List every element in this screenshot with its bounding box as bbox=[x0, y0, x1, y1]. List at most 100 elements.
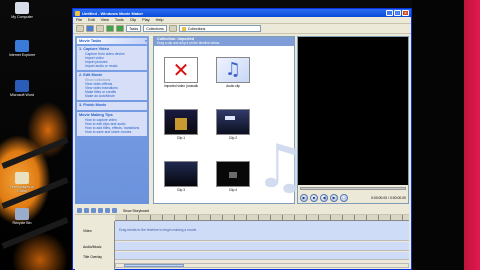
menu-edit[interactable]: Edit bbox=[88, 18, 95, 22]
narrate-icon[interactable] bbox=[105, 208, 110, 213]
task-section-finish: 3. Finish Movie bbox=[77, 102, 147, 110]
collection-item[interactable]: Clip 4 bbox=[216, 161, 250, 192]
wallpaper-stripe bbox=[1, 137, 69, 169]
video-track[interactable]: Drag media to the timeline to begin maki… bbox=[115, 221, 409, 241]
zoom-out-icon[interactable] bbox=[84, 208, 89, 213]
task-link[interactable]: How to save and share movies bbox=[79, 130, 145, 134]
task-link[interactable]: Make an AutoMovie bbox=[79, 94, 145, 98]
collections-button[interactable]: Collections bbox=[143, 25, 167, 32]
collection-item[interactable]: ♫ Audio clip bbox=[216, 57, 250, 88]
desktop-icon-recycle-bin[interactable]: Recycle Bin bbox=[6, 208, 38, 225]
task-pane-header: Movie Tasks × bbox=[77, 38, 147, 44]
save-project-icon[interactable] bbox=[96, 25, 104, 32]
zoom-in-icon[interactable] bbox=[77, 208, 82, 213]
desktop-icon-word[interactable]: Microsoft Word bbox=[6, 80, 38, 97]
menu-tools[interactable]: Tools bbox=[115, 18, 124, 22]
desktop-icon-label: Internet Explorer bbox=[8, 53, 36, 57]
collection-item[interactable]: Clip 3 bbox=[164, 161, 198, 192]
task-section-edit: 2. Edit Movie Show collections View vide… bbox=[77, 72, 147, 100]
preview-monitor: ▶ ■ ◀ ▶ □ 0:00:00.00 / 0:00:00.00 bbox=[297, 36, 409, 204]
movie-maker-icon bbox=[75, 10, 80, 16]
title-bar[interactable]: Untitled - Windows Movie Maker _ □ × bbox=[73, 9, 411, 17]
seek-bar[interactable] bbox=[300, 187, 406, 190]
word-icon bbox=[15, 80, 29, 92]
menu-clip[interactable]: Clip bbox=[130, 18, 137, 22]
clip-figure bbox=[175, 118, 187, 130]
collection-item[interactable]: ✕ Imported video (unavailable) bbox=[164, 57, 198, 88]
close-button[interactable]: × bbox=[402, 10, 409, 16]
tasks-button[interactable]: Tasks bbox=[126, 25, 142, 32]
menu-play[interactable]: Play bbox=[142, 18, 149, 22]
open-project-icon[interactable] bbox=[86, 25, 94, 32]
previous-frame-icon[interactable]: ◀ bbox=[320, 193, 328, 202]
collection-pane: Collection: Imported Drag a clip and dro… bbox=[153, 36, 308, 204]
menu-help[interactable]: Help bbox=[156, 18, 164, 22]
next-frame-icon[interactable]: ▶ bbox=[330, 193, 338, 202]
fullscreen-icon[interactable]: □ bbox=[340, 193, 348, 202]
play-timeline-icon[interactable] bbox=[98, 208, 103, 213]
clip-thumbnail bbox=[216, 109, 250, 135]
show-storyboard-button[interactable]: Show Storyboard bbox=[123, 209, 149, 213]
collection-header: Collection: Imported Drag a clip and dro… bbox=[154, 37, 294, 46]
audio-track[interactable] bbox=[115, 242, 409, 251]
internet-explorer-icon bbox=[15, 40, 29, 52]
task-link[interactable]: Import audio or music bbox=[79, 64, 145, 68]
clip-figure bbox=[229, 172, 237, 178]
up-folder-icon[interactable] bbox=[168, 25, 177, 32]
timeline-toolbar: Show Storyboard bbox=[75, 207, 409, 215]
clip-thumbnail: ✕ bbox=[164, 57, 198, 83]
collection-dropdown[interactable]: Collections bbox=[178, 25, 261, 32]
desktop-icon-label: Recycle Bin bbox=[12, 221, 32, 225]
clip-caption: Clip 4 bbox=[228, 188, 238, 192]
task-section-capture: 1. Capture Video Capture from video devi… bbox=[77, 46, 147, 70]
timeline-scrollbar[interactable] bbox=[115, 263, 409, 268]
desktop-dark-strip bbox=[412, 0, 464, 270]
menu-file[interactable]: File bbox=[76, 18, 82, 22]
clip-thumbnail bbox=[164, 161, 198, 187]
play-icon[interactable]: ▶ bbox=[300, 193, 308, 202]
clip-figure bbox=[225, 116, 235, 120]
audio-levels-icon[interactable] bbox=[112, 208, 117, 213]
collection-subtitle: Drag a clip and drop it on the timeline … bbox=[157, 41, 220, 45]
error-x-icon: ✕ bbox=[165, 58, 197, 82]
rewind-icon[interactable] bbox=[91, 208, 96, 213]
redo-icon[interactable] bbox=[116, 25, 124, 32]
clip-thumbnail: ♫ bbox=[216, 57, 250, 83]
computer-icon bbox=[15, 2, 29, 14]
task-pane-title: Movie Tasks bbox=[79, 39, 102, 43]
clip-caption: Clip 1 bbox=[176, 136, 186, 140]
clip-thumbnail bbox=[216, 161, 250, 187]
clip-caption: Clip 3 bbox=[176, 188, 186, 192]
clip-caption: Imported video (unavailable) bbox=[164, 84, 198, 88]
track-label-video: Video bbox=[83, 229, 92, 233]
movie-tasks-pane: Movie Tasks × 1. Capture Video Capture f… bbox=[75, 36, 149, 204]
clip-caption: Audio clip bbox=[226, 84, 240, 88]
title-overlay-track[interactable] bbox=[115, 252, 409, 260]
section-title[interactable]: 3. Finish Movie bbox=[79, 103, 145, 108]
timeline-hint: Drag media to the timeline to begin maki… bbox=[119, 228, 198, 232]
collection-item[interactable]: Clip 1 bbox=[164, 109, 198, 140]
desktop-icon-internet-explorer[interactable]: Internet Explorer bbox=[6, 40, 38, 57]
undo-icon[interactable] bbox=[106, 25, 114, 32]
preview-time: 0:00:00.00 / 0:00:00.00 bbox=[371, 195, 406, 200]
close-pane-icon[interactable]: × bbox=[145, 38, 147, 44]
desktop-icon-images[interactable]: Free Images of Christ bbox=[6, 172, 38, 193]
track-labels: Video Audio/Music Title Overlay bbox=[75, 221, 115, 270]
collection-item[interactable]: Clip 2 bbox=[216, 109, 250, 140]
minimize-button[interactable]: _ bbox=[386, 10, 393, 16]
desktop-icon-label: My Computer bbox=[11, 15, 33, 19]
maximize-button[interactable]: □ bbox=[394, 10, 401, 16]
desktop-icon-label: Microsoft Word bbox=[9, 93, 35, 97]
menu-view[interactable]: View bbox=[101, 18, 109, 22]
playback-controls: ▶ ■ ◀ ▶ □ 0:00:00.00 / 0:00:00.00 bbox=[300, 193, 406, 202]
scrollbar-thumb[interactable] bbox=[124, 264, 184, 267]
preview-screen bbox=[298, 37, 408, 185]
new-project-icon[interactable] bbox=[76, 25, 84, 32]
desktop-icon-my-computer[interactable]: My Computer bbox=[6, 2, 38, 19]
desktop-red-strip bbox=[464, 0, 480, 270]
folder-icon bbox=[15, 172, 29, 184]
task-section-tips: Movie Making Tips How to capture video H… bbox=[77, 112, 147, 136]
stop-icon[interactable]: ■ bbox=[310, 193, 318, 202]
menu-bar: File Edit View Tools Clip Play Help bbox=[73, 17, 411, 24]
audio-note-icon: ♫ bbox=[217, 58, 249, 82]
